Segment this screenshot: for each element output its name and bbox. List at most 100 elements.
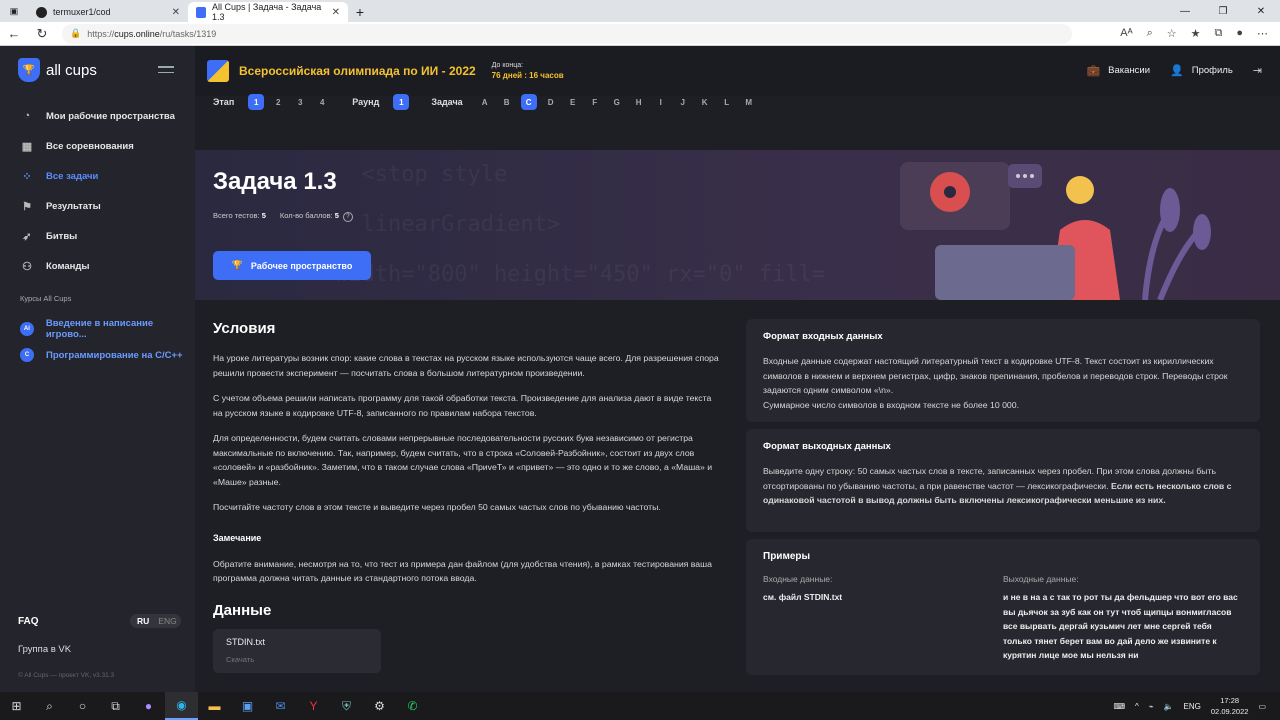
- note-text: Обратите внимание, несмотря на то, что т…: [213, 558, 712, 584]
- task-content: Условия На уроке литературы возник спор:…: [195, 300, 1280, 692]
- mail-icon[interactable]: ✉: [264, 692, 297, 720]
- stage-pill-3[interactable]: 3: [292, 94, 308, 110]
- whatsapp-icon[interactable]: ✆: [396, 692, 429, 720]
- sidebar-item-tasks[interactable]: ⁘ Все задачи: [20, 169, 98, 183]
- task-pill-d[interactable]: D: [543, 94, 559, 110]
- defender-icon[interactable]: ⛨: [330, 692, 363, 720]
- reload-icon[interactable]: ↻: [28, 26, 56, 42]
- zoom-icon[interactable]: ⌕: [1147, 27, 1153, 40]
- lang-eng-button[interactable]: ENG: [158, 616, 176, 626]
- close-window-icon[interactable]: ✕: [1242, 0, 1280, 22]
- favorite-add-icon[interactable]: ☆: [1167, 27, 1177, 40]
- url-field[interactable]: 🔒 https://cups.online/ru/tasks/1319: [62, 23, 1072, 44]
- tray-expand-icon[interactable]: ^: [1135, 702, 1139, 711]
- task-pill-e[interactable]: E: [565, 94, 581, 110]
- allcups-logo[interactable]: 🏆 all cups: [18, 58, 97, 82]
- close-tab-icon[interactable]: ✕: [172, 7, 180, 18]
- task-pill-j[interactable]: J: [675, 94, 691, 110]
- lang-ru-button[interactable]: RU: [134, 616, 152, 626]
- workspace-button[interactable]: 🏆 Рабочее пространство: [213, 251, 371, 280]
- menu-collapse-icon[interactable]: [158, 66, 174, 77]
- minimize-icon[interactable]: —: [1166, 0, 1204, 22]
- condition-paragraph: С учетом объема решили написать программ…: [213, 393, 712, 418]
- olympiad-banner[interactable]: Всероссийская олимпиада по ИИ - 2022 До …: [207, 60, 564, 82]
- address-bar-row: ← ↻ 🔒 https://cups.online/ru/tasks/1319 …: [0, 22, 1280, 46]
- workspace-button-label: Рабочее пространство: [250, 260, 353, 271]
- copyright: © All Cups — проект VK, v3.31.3: [18, 672, 115, 679]
- sidebar-item-battles[interactable]: ➶ Битвы: [20, 229, 77, 243]
- restore-icon[interactable]: ❐: [1204, 0, 1242, 22]
- stage-pill-2[interactable]: 2: [270, 94, 286, 110]
- close-tab-icon[interactable]: ✕: [332, 7, 340, 18]
- task-pill-f[interactable]: F: [587, 94, 603, 110]
- clock[interactable]: 17:28 02.09.2022: [1211, 695, 1249, 717]
- browser-tab-github[interactable]: termuxer1/cod ✕: [28, 2, 188, 22]
- network-icon[interactable]: ⌁: [1149, 702, 1154, 711]
- keyboard-icon[interactable]: ⌨: [1113, 702, 1125, 711]
- profile-avatar-icon[interactable]: ●: [1236, 27, 1243, 40]
- back-icon[interactable]: ←: [0, 26, 28, 41]
- score-value: 5: [334, 211, 339, 220]
- example-output: Выходные данные: и не в на а с так то ро…: [1003, 574, 1243, 663]
- file-card[interactable]: STDIN.txt Скачать: [213, 628, 381, 673]
- more-icon[interactable]: ⋯: [1257, 27, 1268, 40]
- sidebar-item-label: Битвы: [46, 230, 78, 242]
- cortana-icon[interactable]: ○: [66, 692, 99, 720]
- start-icon[interactable]: ⊞: [0, 692, 33, 720]
- example-output-value: и не в на а с так то рот ты да фельдшер …: [1003, 592, 1238, 660]
- browser-tab-allcups[interactable]: All Cups | Задача - Задача 1.3 ✕: [188, 2, 348, 22]
- new-tab-button[interactable]: +: [348, 2, 372, 22]
- store-icon[interactable]: ▣: [231, 692, 264, 720]
- condition-paragraph: Посчитайте частоту слов в этом тексте и …: [213, 502, 661, 512]
- task-pill-m[interactable]: M: [741, 94, 757, 110]
- input-language[interactable]: ENG: [1184, 702, 1201, 711]
- condition-paragraph: На уроке литературы возник спор: какие с…: [213, 353, 719, 378]
- faq-link[interactable]: FAQ: [18, 616, 39, 627]
- edge-icon[interactable]: ◉: [165, 692, 198, 720]
- sidebar-item-label: Результаты: [46, 200, 101, 212]
- logout-button[interactable]: ⇥: [1253, 64, 1262, 77]
- settings-icon[interactable]: ⚙: [363, 692, 396, 720]
- round-pill-1[interactable]: 1: [393, 94, 410, 110]
- stage-pill-1[interactable]: 1: [248, 94, 265, 110]
- explorer-icon[interactable]: ▬: [198, 692, 231, 720]
- sidebar-item-workspaces[interactable]: ◔ Мои рабочие пространства: [20, 109, 175, 123]
- system-tray: ⌨ ^ ⌁ 🔈 ENG 17:28 02.09.2022 ▭: [1113, 692, 1266, 720]
- notifications-icon[interactable]: ▭: [1258, 702, 1266, 711]
- stage-pill-4[interactable]: 4: [314, 94, 330, 110]
- task-pill-k[interactable]: K: [697, 94, 713, 110]
- header-actions: 💼 Вакансии 👤 Профиль ⇥: [1086, 64, 1262, 77]
- app-icon[interactable]: ●: [132, 692, 165, 720]
- search-icon[interactable]: ⌕: [33, 692, 66, 720]
- task-pill-l[interactable]: L: [719, 94, 735, 110]
- task-pill-a[interactable]: A: [477, 94, 493, 110]
- task-pill-g[interactable]: G: [609, 94, 625, 110]
- task-pill-h[interactable]: H: [631, 94, 647, 110]
- examples-card: Примеры Входные данные: см. файл STDIN.t…: [746, 539, 1260, 675]
- tab-actions-icon[interactable]: ▣: [0, 0, 28, 22]
- hero-background-code: <stop style linearGradient> width="800" …: [335, 162, 826, 287]
- sidebar-course-cpp[interactable]: C Программирование на C/C++: [20, 348, 183, 362]
- read-aloud-icon[interactable]: Aᴬ: [1120, 27, 1132, 40]
- vk-group-link[interactable]: Группа в VK: [18, 644, 71, 655]
- task-pill-c[interactable]: C: [520, 94, 537, 110]
- task-pill-i[interactable]: I: [653, 94, 669, 110]
- olympiad-icon: [207, 60, 229, 82]
- collections-icon[interactable]: ⧉: [1214, 27, 1222, 40]
- profile-link[interactable]: 👤 Профиль: [1170, 64, 1233, 77]
- tests-value: 5: [261, 211, 266, 220]
- info-icon[interactable]: ?: [342, 212, 353, 222]
- yandex-icon[interactable]: Y: [297, 692, 330, 720]
- vacancies-link[interactable]: 💼 Вакансии: [1086, 64, 1150, 77]
- sidebar-item-teams[interactable]: ⚇ Команды: [20, 259, 89, 273]
- sidebar-item-results[interactable]: ⚑ Результаты: [20, 199, 101, 213]
- download-link[interactable]: Скачать: [226, 655, 368, 664]
- input-format-title: Формат входных данных: [763, 331, 883, 342]
- favorites-icon[interactable]: ★: [1191, 27, 1201, 40]
- condition-paragraph: Для определенности, будем считать словам…: [213, 433, 713, 487]
- task-view-icon[interactable]: ⧉: [99, 692, 132, 720]
- volume-icon[interactable]: 🔈: [1164, 702, 1174, 711]
- sidebar-item-competitions[interactable]: ▦ Все соревнования: [20, 139, 134, 153]
- task-pill-b[interactable]: B: [499, 94, 515, 110]
- sidebar-course-ai[interactable]: AI Введение в написание игрово...: [20, 318, 195, 340]
